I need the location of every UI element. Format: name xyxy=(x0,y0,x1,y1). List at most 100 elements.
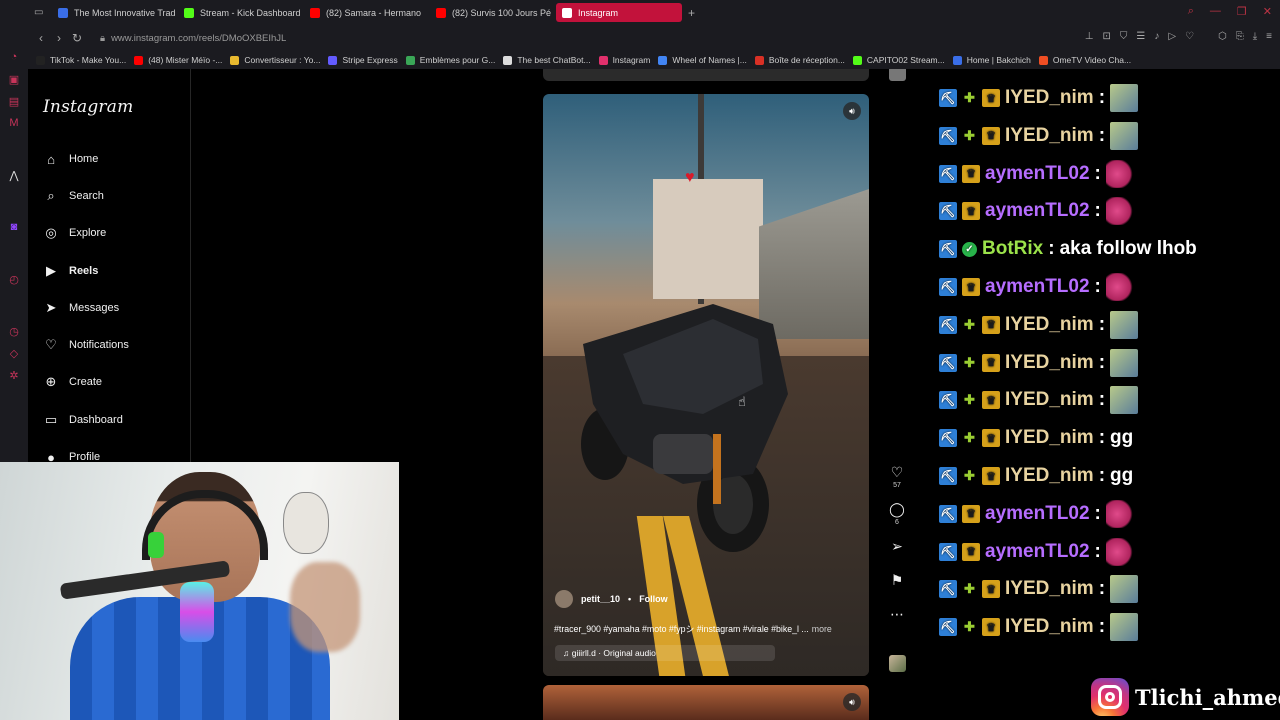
chat-username[interactable]: IYED_nim xyxy=(1005,87,1094,109)
forward-button[interactable]: › xyxy=(50,31,68,45)
reload-button[interactable]: ↻ xyxy=(68,31,86,45)
bookmark-gmail[interactable]: Boîte de réception... xyxy=(754,55,845,65)
search-tabs-icon[interactable]: ⌕ xyxy=(1188,5,1194,18)
reel-video[interactable]: ♥ 🔊︎ ☝ petit__10 • Follow #tracer_900 #y… xyxy=(543,94,869,676)
bookmark-stripe[interactable]: Stripe Express xyxy=(328,55,398,65)
tab-youtube-survis[interactable]: (82) Survis 100 Jours Pé xyxy=(430,3,556,22)
sidebar-item-search[interactable]: ⌕ Search xyxy=(43,188,104,204)
twitch-icon[interactable]: ◙ xyxy=(7,220,21,234)
chat-text: gg xyxy=(1110,427,1134,449)
chat-username[interactable]: aymenTL02 xyxy=(985,163,1090,185)
bookmark-kick[interactable]: CAPITO02 Stream... xyxy=(852,55,945,65)
chat-username[interactable]: aymenTL02 xyxy=(985,276,1090,298)
bookmark-youtube[interactable]: (48) Mister Méïo -... xyxy=(134,55,222,65)
sidebar-item-create[interactable]: ⊕ Create xyxy=(43,374,102,390)
sidebar-item-reels[interactable]: ▶ Reels xyxy=(43,263,98,279)
chat-username[interactable]: IYED_nim xyxy=(1005,125,1094,147)
bookmark-converter[interactable]: Convertisseur : Yo... xyxy=(230,55,320,65)
sidebar-item-explore[interactable]: ◎ Explore xyxy=(43,225,106,241)
share-send-icon[interactable]: ➢ xyxy=(891,538,903,554)
sidebar-item-home[interactable]: ⌂ Home xyxy=(43,151,98,167)
minimize-icon[interactable]: — xyxy=(1210,5,1221,18)
audio-thumbnail[interactable] xyxy=(889,655,906,672)
pin-icon[interactable]: ⊥ xyxy=(1085,31,1094,42)
cube-icon[interactable]: ◇ xyxy=(7,346,21,360)
mail-icon[interactable]: M xyxy=(7,116,21,130)
bookmark-ometv[interactable]: OmeTV Video Cha... xyxy=(1038,55,1131,65)
pickaxe-badge-icon: ⛏ xyxy=(939,278,957,296)
arrow-icon[interactable]: ⋀ xyxy=(7,168,21,182)
follow-button[interactable]: Follow xyxy=(639,594,668,604)
shield-icon[interactable]: ⛉ xyxy=(1120,31,1128,42)
maximize-icon[interactable]: ❐ xyxy=(1237,5,1247,18)
volume-icon[interactable]: 🔊︎ xyxy=(843,102,861,120)
settings-icon[interactable]: ✲ xyxy=(7,368,21,382)
history-icon[interactable]: ◷ xyxy=(7,324,21,338)
bookmark-tiktok[interactable]: TikTok - Make You... xyxy=(36,55,126,65)
bookmark-emblems[interactable]: Emblèmes pour G... xyxy=(405,55,495,65)
chat-username[interactable]: IYED_nim xyxy=(1005,389,1094,411)
tab-trading[interactable]: The Most Innovative Trad xyxy=(52,3,178,22)
chat-username[interactable]: IYED_nim xyxy=(1005,465,1094,487)
sidebar-item-messages[interactable]: ➤ Messages xyxy=(43,300,120,316)
author-avatar[interactable] xyxy=(555,590,573,608)
more-options-icon[interactable]: ⋯ xyxy=(890,606,904,622)
chat-username[interactable]: IYED_nim xyxy=(1005,352,1094,374)
face-emote-icon xyxy=(1110,348,1139,377)
crown-badge-icon: ♛ xyxy=(962,504,980,523)
bookmark-instagram[interactable]: Instagram xyxy=(598,55,650,65)
sub-badge-icon: ✚ xyxy=(964,392,975,408)
messages-icon: ➤ xyxy=(45,300,57,315)
share-icon[interactable]: ⎘ xyxy=(1236,31,1244,42)
chat-username[interactable]: IYED_nim xyxy=(1005,616,1094,638)
instagram-logo[interactable]: Instagram xyxy=(43,97,133,117)
wallet-icon[interactable]: ▤ xyxy=(7,94,21,108)
close-icon[interactable]: ✕ xyxy=(1263,5,1272,18)
tab-youtube-samara[interactable]: (82) Samara - Hermano xyxy=(304,3,430,22)
chat-colon: : xyxy=(1048,238,1055,260)
previous-audio-thumbnail[interactable] xyxy=(889,69,906,81)
chat-username[interactable]: IYED_nim xyxy=(1005,578,1094,600)
music-icon[interactable]: ♪ xyxy=(1154,31,1159,42)
back-button[interactable]: ‹ xyxy=(32,31,50,45)
clock-icon[interactable]: ◴ xyxy=(7,272,21,286)
chat-message: ⛏ ♛ aymenTL02: xyxy=(939,537,1134,566)
sidebar-item-notifications[interactable]: ♡ Notifications xyxy=(43,337,129,353)
tab-instagram[interactable]: Instagram xyxy=(556,3,682,22)
author-username[interactable]: petit__10 xyxy=(581,594,620,604)
heart-icon[interactable]: ♡ xyxy=(1185,31,1194,42)
url-field[interactable]: 🔒︎ www.instagram.com/reels/DMoOXBEIhJL xyxy=(100,33,286,44)
aria-icon[interactable]: ◔ xyxy=(7,50,21,64)
more-link[interactable]: more xyxy=(812,624,832,634)
chat-username[interactable]: aymenTL02 xyxy=(985,503,1090,525)
chat-username[interactable]: BotRix xyxy=(982,238,1043,260)
heart-emote-icon xyxy=(1105,197,1134,226)
bookmark-wheel[interactable]: Wheel of Names |... xyxy=(658,55,747,65)
tab-kick-dashboard[interactable]: Stream - Kick Dashboard xyxy=(178,3,304,22)
chat-username[interactable]: aymenTL02 xyxy=(985,541,1090,563)
bookmark-chatbot[interactable]: The best ChatBot... xyxy=(503,55,591,65)
workspaces-icon[interactable]: ▭ xyxy=(34,7,52,18)
extensions-icon[interactable]: ⬡ xyxy=(1218,31,1227,42)
bookmark-bakchich[interactable]: Home | Bakchich xyxy=(952,55,1031,65)
snapshot-icon[interactable]: ⊡ xyxy=(1102,31,1110,42)
chat-username[interactable]: aymenTL02 xyxy=(985,200,1090,222)
bag-icon[interactable]: ▣ xyxy=(7,72,21,86)
play-icon[interactable]: ▷ xyxy=(1168,31,1176,42)
menu-icon[interactable]: ≡ xyxy=(1266,31,1272,42)
reel-audio[interactable]: ♫ giiirll.d · Original audio xyxy=(555,645,775,661)
easy-setup-icon[interactable]: ☰ xyxy=(1136,31,1145,42)
download-icon[interactable]: ⤓ xyxy=(1253,31,1257,42)
save-bookmark-icon[interactable]: ⚑ xyxy=(891,572,904,588)
pickaxe-badge-icon: ⛏ xyxy=(939,618,957,637)
crown-badge-icon: ♛ xyxy=(962,542,980,561)
comment-icon[interactable]: ◯ xyxy=(889,501,905,517)
sidebar-item-dashboard[interactable]: ▭ Dashboard xyxy=(43,412,123,428)
volume-icon[interactable]: 🔊︎ xyxy=(843,693,861,711)
like-heart-icon[interactable]: ♡ xyxy=(891,464,904,480)
new-tab-button[interactable]: + xyxy=(688,6,695,20)
next-reel[interactable]: 🔊︎ xyxy=(543,685,869,720)
chat-username[interactable]: IYED_nim xyxy=(1005,314,1094,336)
chat-username[interactable]: IYED_nim xyxy=(1005,427,1094,449)
previous-reel[interactable] xyxy=(543,69,869,81)
